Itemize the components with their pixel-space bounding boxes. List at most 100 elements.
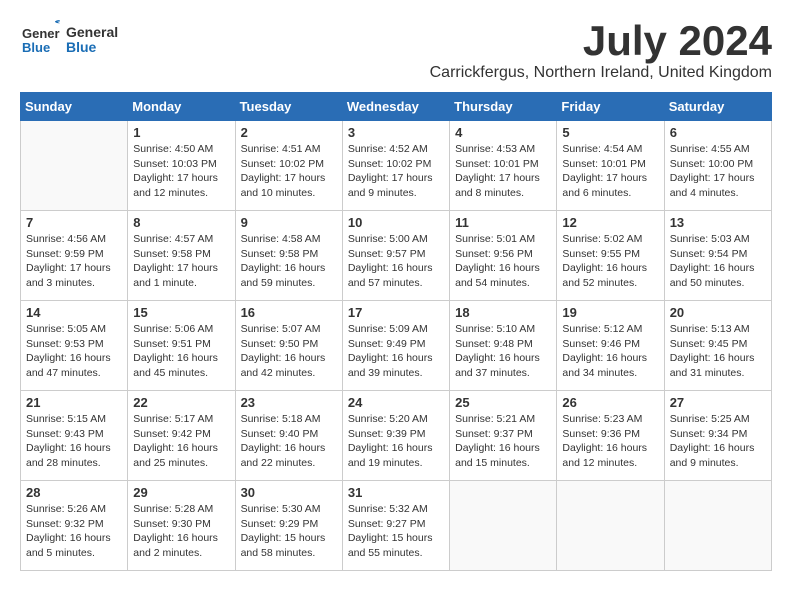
calendar-cell: 3 Sunrise: 4:52 AM Sunset: 10:02 PM Dayli…: [342, 121, 449, 211]
calendar-cell: 1 Sunrise: 4:50 AM Sunset: 10:03 PM Dayli…: [128, 121, 235, 211]
day-info: Sunrise: 5:32 AM Sunset: 9:27 PM Dayligh…: [348, 502, 444, 561]
day-number: 5: [562, 125, 658, 140]
day-number: 12: [562, 215, 658, 230]
calendar-cell: 18 Sunrise: 5:10 AM Sunset: 9:48 PM Dayli…: [450, 301, 557, 391]
calendar-cell: [557, 481, 664, 571]
calendar-cell: [21, 121, 128, 211]
title-section: July 2024 Carrickfergus, Northern Irelan…: [118, 20, 772, 82]
calendar-cell: 6 Sunrise: 4:55 AM Sunset: 10:00 PM Dayli…: [664, 121, 771, 211]
calendar-cell: 4Sunrise: 4:53 AM Sunset: 10:01 PM Dayli…: [450, 121, 557, 211]
calendar-cell: 14 Sunrise: 5:05 AM Sunset: 9:53 PM Dayli…: [21, 301, 128, 391]
calendar-cell: 29Sunrise: 5:28 AM Sunset: 9:30 PM Dayli…: [128, 481, 235, 571]
day-info: Sunrise: 4:53 AM Sunset: 10:01 PM Daylig…: [455, 142, 551, 201]
day-number: 26: [562, 395, 658, 410]
day-info: Sunrise: 5:28 AM Sunset: 9:30 PM Dayligh…: [133, 502, 229, 561]
day-number: 20: [670, 305, 766, 320]
calendar-cell: 11Sunrise: 5:01 AM Sunset: 9:56 PM Dayli…: [450, 211, 557, 301]
day-number: 18: [455, 305, 551, 320]
day-info: Sunrise: 5:09 AM Sunset: 9:49 PM Dayligh…: [348, 322, 444, 381]
day-info: Sunrise: 5:23 AM Sunset: 9:36 PM Dayligh…: [562, 412, 658, 471]
day-info: Sunrise: 5:01 AM Sunset: 9:56 PM Dayligh…: [455, 232, 551, 291]
day-number: 6: [670, 125, 766, 140]
day-info: Sunrise: 5:21 AM Sunset: 9:37 PM Dayligh…: [455, 412, 551, 471]
day-info: Sunrise: 5:17 AM Sunset: 9:42 PM Dayligh…: [133, 412, 229, 471]
calendar-cell: 5 Sunrise: 4:54 AM Sunset: 10:01 PM Dayli…: [557, 121, 664, 211]
month-title: July 2024: [118, 20, 772, 62]
day-number: 3: [348, 125, 444, 140]
day-info: Sunrise: 4:57 AM Sunset: 9:58 PM Dayligh…: [133, 232, 229, 291]
calendar-cell: 21 Sunrise: 5:15 AM Sunset: 9:43 PM Dayli…: [21, 391, 128, 481]
day-number: 28: [26, 485, 122, 500]
weekday-header-thursday: Thursday: [450, 93, 557, 121]
week-row-3: 14 Sunrise: 5:05 AM Sunset: 9:53 PM Dayli…: [21, 301, 772, 391]
calendar-cell: [664, 481, 771, 571]
day-info: Sunrise: 5:12 AM Sunset: 9:46 PM Dayligh…: [562, 322, 658, 381]
day-info: Sunrise: 5:13 AM Sunset: 9:45 PM Dayligh…: [670, 322, 766, 381]
day-number: 1: [133, 125, 229, 140]
day-info: Sunrise: 5:18 AM Sunset: 9:40 PM Dayligh…: [241, 412, 337, 471]
calendar-cell: 30 Sunrise: 5:30 AM Sunset: 9:29 PM Dayli…: [235, 481, 342, 571]
calendar-cell: 25 Sunrise: 5:21 AM Sunset: 9:37 PM Dayli…: [450, 391, 557, 481]
weekday-header-tuesday: Tuesday: [235, 93, 342, 121]
calendar-cell: 7 Sunrise: 4:56 AM Sunset: 9:59 PM Daylig…: [21, 211, 128, 301]
calendar-cell: 23 Sunrise: 5:18 AM Sunset: 9:40 PM Dayli…: [235, 391, 342, 481]
calendar-body: 1 Sunrise: 4:50 AM Sunset: 10:03 PM Dayli…: [21, 121, 772, 571]
day-number: 30: [241, 485, 337, 500]
week-row-2: 7 Sunrise: 4:56 AM Sunset: 9:59 PM Daylig…: [21, 211, 772, 301]
day-number: 23: [241, 395, 337, 410]
day-info: Sunrise: 5:06 AM Sunset: 9:51 PM Dayligh…: [133, 322, 229, 381]
day-info: Sunrise: 4:52 AM Sunset: 10:02 PM Daylig…: [348, 142, 444, 201]
calendar-cell: 9Sunrise: 4:58 AM Sunset: 9:58 PM Daylig…: [235, 211, 342, 301]
day-info: Sunrise: 4:56 AM Sunset: 9:59 PM Dayligh…: [26, 232, 122, 291]
day-number: 19: [562, 305, 658, 320]
calendar-cell: 28Sunrise: 5:26 AM Sunset: 9:32 PM Dayli…: [21, 481, 128, 571]
location-subtitle: Carrickfergus, Northern Ireland, United …: [118, 64, 772, 82]
day-info: Sunrise: 4:50 AM Sunset: 10:03 PM Daylig…: [133, 142, 229, 201]
weekday-header-friday: Friday: [557, 93, 664, 121]
calendar-table: SundayMondayTuesdayWednesdayThursdayFrid…: [20, 92, 772, 571]
day-number: 24: [348, 395, 444, 410]
calendar-cell: 20 Sunrise: 5:13 AM Sunset: 9:45 PM Dayli…: [664, 301, 771, 391]
week-row-5: 28Sunrise: 5:26 AM Sunset: 9:32 PM Dayli…: [21, 481, 772, 571]
day-info: Sunrise: 5:20 AM Sunset: 9:39 PM Dayligh…: [348, 412, 444, 471]
weekday-header-sunday: Sunday: [21, 93, 128, 121]
calendar-header: SundayMondayTuesdayWednesdayThursdayFrid…: [21, 93, 772, 121]
day-info: Sunrise: 5:05 AM Sunset: 9:53 PM Dayligh…: [26, 322, 122, 381]
calendar-cell: 24 Sunrise: 5:20 AM Sunset: 9:39 PM Dayli…: [342, 391, 449, 481]
day-info: Sunrise: 5:15 AM Sunset: 9:43 PM Dayligh…: [26, 412, 122, 471]
day-number: 25: [455, 395, 551, 410]
calendar-cell: 13Sunrise: 5:03 AM Sunset: 9:54 PM Dayli…: [664, 211, 771, 301]
calendar-cell: 15 Sunrise: 5:06 AM Sunset: 9:51 PM Dayli…: [128, 301, 235, 391]
day-number: 16: [241, 305, 337, 320]
calendar-cell: 31Sunrise: 5:32 AM Sunset: 9:27 PM Dayli…: [342, 481, 449, 571]
day-info: Sunrise: 4:58 AM Sunset: 9:58 PM Dayligh…: [241, 232, 337, 291]
day-info: Sunrise: 5:25 AM Sunset: 9:34 PM Dayligh…: [670, 412, 766, 471]
day-number: 21: [26, 395, 122, 410]
calendar-cell: 16 Sunrise: 5:07 AM Sunset: 9:50 PM Dayli…: [235, 301, 342, 391]
calendar-cell: 19 Sunrise: 5:12 AM Sunset: 9:46 PM Dayli…: [557, 301, 664, 391]
day-info: Sunrise: 5:10 AM Sunset: 9:48 PM Dayligh…: [455, 322, 551, 381]
calendar-cell: 17 Sunrise: 5:09 AM Sunset: 9:49 PM Dayli…: [342, 301, 449, 391]
week-row-1: 1 Sunrise: 4:50 AM Sunset: 10:03 PM Dayli…: [21, 121, 772, 211]
day-number: 7: [26, 215, 122, 230]
day-info: Sunrise: 4:55 AM Sunset: 10:00 PM Daylig…: [670, 142, 766, 201]
calendar-cell: 10 Sunrise: 5:00 AM Sunset: 9:57 PM Dayli…: [342, 211, 449, 301]
svg-text:Blue: Blue: [22, 40, 50, 55]
weekday-header-monday: Monday: [128, 93, 235, 121]
weekday-header-saturday: Saturday: [664, 93, 771, 121]
day-info: Sunrise: 5:07 AM Sunset: 9:50 PM Dayligh…: [241, 322, 337, 381]
page-header: General Blue General Blue July 2024 Carr…: [20, 20, 772, 82]
day-number: 10: [348, 215, 444, 230]
day-info: Sunrise: 4:51 AM Sunset: 10:02 PM Daylig…: [241, 142, 337, 201]
day-info: Sunrise: 5:30 AM Sunset: 9:29 PM Dayligh…: [241, 502, 337, 561]
day-number: 8: [133, 215, 229, 230]
day-info: Sunrise: 4:54 AM Sunset: 10:01 PM Daylig…: [562, 142, 658, 201]
day-number: 17: [348, 305, 444, 320]
day-number: 27: [670, 395, 766, 410]
day-number: 14: [26, 305, 122, 320]
logo-text: General Blue: [66, 25, 118, 56]
day-info: Sunrise: 5:00 AM Sunset: 9:57 PM Dayligh…: [348, 232, 444, 291]
weekday-header-row: SundayMondayTuesdayWednesdayThursdayFrid…: [21, 93, 772, 121]
svg-text:General: General: [22, 26, 60, 41]
day-number: 15: [133, 305, 229, 320]
